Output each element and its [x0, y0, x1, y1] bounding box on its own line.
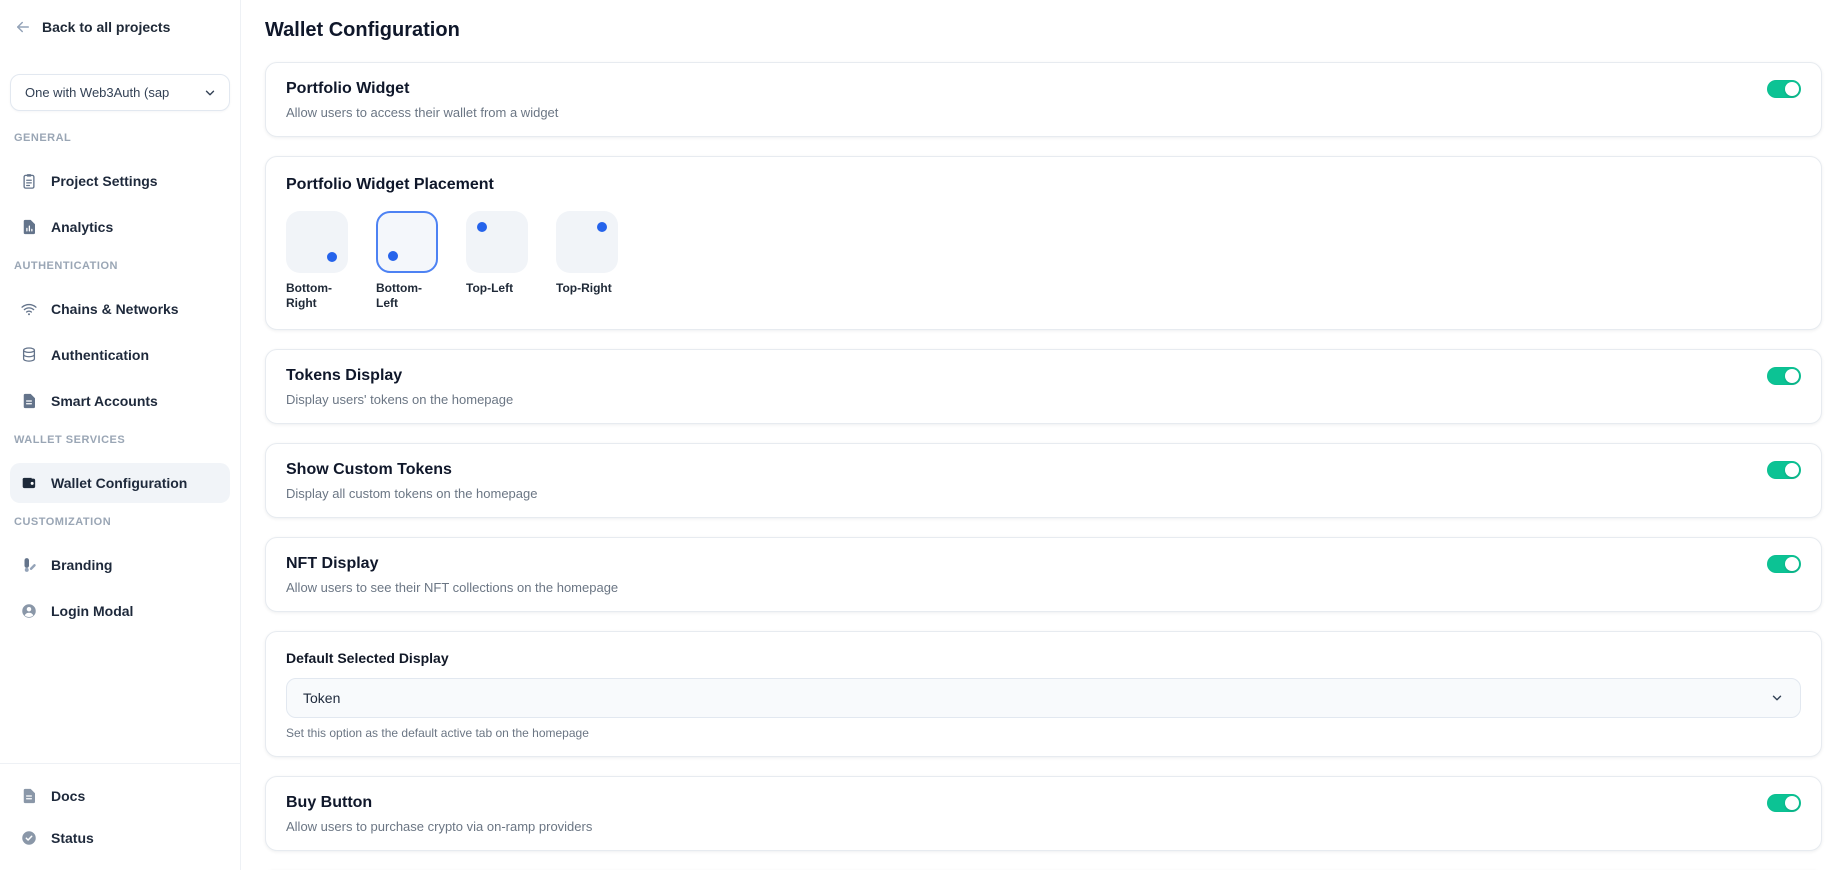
sidebar: Back to all projects One with Web3Auth (…: [0, 0, 241, 870]
section-label-authentication: AUTHENTICATION: [14, 259, 230, 273]
default-display-select[interactable]: Token: [286, 678, 1801, 718]
placement-label: Bottom-Left: [376, 281, 442, 311]
sidebar-item-label: Docs: [51, 788, 85, 804]
user-circle-icon: [20, 602, 38, 620]
sidebar-item-label: Smart Accounts: [51, 393, 158, 409]
select-helper-text: Set this option as the default active ta…: [286, 726, 1801, 740]
sidebar-item-login-modal[interactable]: Login Modal: [10, 591, 230, 631]
select-label: Default Selected Display: [286, 648, 1801, 668]
sidebar-item-label: Status: [51, 830, 94, 846]
placement-tile-bottom-right[interactable]: [286, 211, 348, 273]
nft-display-toggle[interactable]: [1767, 555, 1801, 573]
back-to-projects-label: Back to all projects: [42, 19, 170, 35]
select-value: Token: [303, 690, 340, 706]
sidebar-item-chains-networks[interactable]: Chains & Networks: [10, 289, 230, 329]
document-icon: [20, 392, 38, 410]
card-description: Allow users to access their wallet from …: [286, 104, 558, 122]
placement-label: Bottom-Right: [286, 281, 352, 311]
card-default-selected-display: Default Selected Display Token Set this …: [265, 631, 1822, 757]
sidebar-item-label: Login Modal: [51, 603, 133, 619]
section-label-customization: CUSTOMIZATION: [14, 515, 230, 529]
database-icon: [20, 346, 38, 364]
sidebar-item-label: Branding: [51, 557, 112, 573]
sidebar-item-label: Chains & Networks: [51, 301, 179, 317]
chevron-down-icon: [203, 86, 217, 100]
placement-dot: [388, 251, 398, 261]
placement-tile-top-right[interactable]: [556, 211, 618, 273]
card-description: Display all custom tokens on the homepag…: [286, 485, 537, 503]
docs-icon: [20, 787, 38, 805]
main-content: Wallet Configuration Portfolio Widget Al…: [241, 0, 1840, 870]
card-title: NFT Display: [286, 552, 618, 576]
sidebar-nav: GENERAL Project Settings Analytics AUTHE…: [0, 111, 240, 637]
section-label-wallet-services: WALLET SERVICES: [14, 433, 230, 447]
placement-dot: [597, 222, 607, 232]
card-portfolio-widget-placement: Portfolio Widget Placement Bottom-Right …: [265, 156, 1822, 330]
placement-label: Top-Left: [466, 281, 532, 296]
sidebar-item-label: Project Settings: [51, 173, 158, 189]
card-show-custom-tokens: Show Custom Tokens Display all custom to…: [265, 443, 1822, 518]
arrow-left-icon: [14, 18, 32, 36]
page-title: Wallet Configuration: [265, 16, 1822, 44]
sidebar-item-smart-accounts[interactable]: Smart Accounts: [10, 381, 230, 421]
paintbrush-icon: [20, 556, 38, 574]
project-selector-value: One with Web3Auth (sap: [25, 85, 169, 100]
card-description: Allow users to purchase crypto via on-ra…: [286, 818, 592, 836]
back-to-projects-link[interactable]: Back to all projects: [0, 0, 240, 36]
sidebar-item-label: Authentication: [51, 347, 149, 363]
placement-option-bottom-left: Bottom-Left: [376, 211, 442, 311]
card-tokens-display: Tokens Display Display users' tokens on …: [265, 349, 1822, 424]
card-portfolio-widget: Portfolio Widget Allow users to access t…: [265, 62, 1822, 137]
card-description: Display users' tokens on the homepage: [286, 391, 513, 409]
wallet-icon: [20, 474, 38, 492]
sidebar-item-docs[interactable]: Docs: [10, 776, 230, 816]
card-title: Portfolio Widget Placement: [286, 173, 1801, 197]
buy-button-toggle[interactable]: [1767, 794, 1801, 812]
placement-dot: [327, 252, 337, 262]
placement-label: Top-Right: [556, 281, 622, 296]
placement-tile-top-left[interactable]: [466, 211, 528, 273]
chevron-down-icon: [1770, 691, 1784, 705]
tokens-display-toggle[interactable]: [1767, 367, 1801, 385]
sidebar-item-status[interactable]: Status: [10, 818, 230, 858]
sidebar-item-label: Analytics: [51, 219, 113, 235]
analytics-doc-icon: [20, 218, 38, 236]
wifi-icon: [20, 300, 38, 318]
card-title: Tokens Display: [286, 364, 513, 388]
sidebar-item-authentication[interactable]: Authentication: [10, 335, 230, 375]
show-custom-tokens-toggle[interactable]: [1767, 461, 1801, 479]
portfolio-widget-toggle[interactable]: [1767, 80, 1801, 98]
card-title: Buy Button: [286, 791, 592, 815]
project-selector[interactable]: One with Web3Auth (sap: [10, 74, 230, 111]
sidebar-item-project-settings[interactable]: Project Settings: [10, 161, 230, 201]
placement-option-top-left: Top-Left: [466, 211, 532, 311]
placement-options: Bottom-Right Bottom-Left Top-Left Top-Ri…: [286, 211, 1801, 311]
clipboard-icon: [20, 172, 38, 190]
sidebar-footer: Docs Status: [0, 763, 240, 870]
card-title: Show Custom Tokens: [286, 458, 537, 482]
sidebar-item-wallet-configuration[interactable]: Wallet Configuration: [10, 463, 230, 503]
section-label-general: GENERAL: [14, 131, 230, 145]
placement-tile-bottom-left[interactable]: [376, 211, 438, 273]
placement-option-bottom-right: Bottom-Right: [286, 211, 352, 311]
card-buy-button: Buy Button Allow users to purchase crypt…: [265, 776, 1822, 851]
card-nft-display: NFT Display Allow users to see their NFT…: [265, 537, 1822, 612]
sidebar-item-label: Wallet Configuration: [51, 475, 187, 491]
placement-dot: [477, 222, 487, 232]
sidebar-item-analytics[interactable]: Analytics: [10, 207, 230, 247]
sidebar-item-branding[interactable]: Branding: [10, 545, 230, 585]
check-circle-icon: [20, 829, 38, 847]
placement-option-top-right: Top-Right: [556, 211, 622, 311]
card-description: Allow users to see their NFT collections…: [286, 579, 618, 597]
card-title: Portfolio Widget: [286, 77, 558, 101]
